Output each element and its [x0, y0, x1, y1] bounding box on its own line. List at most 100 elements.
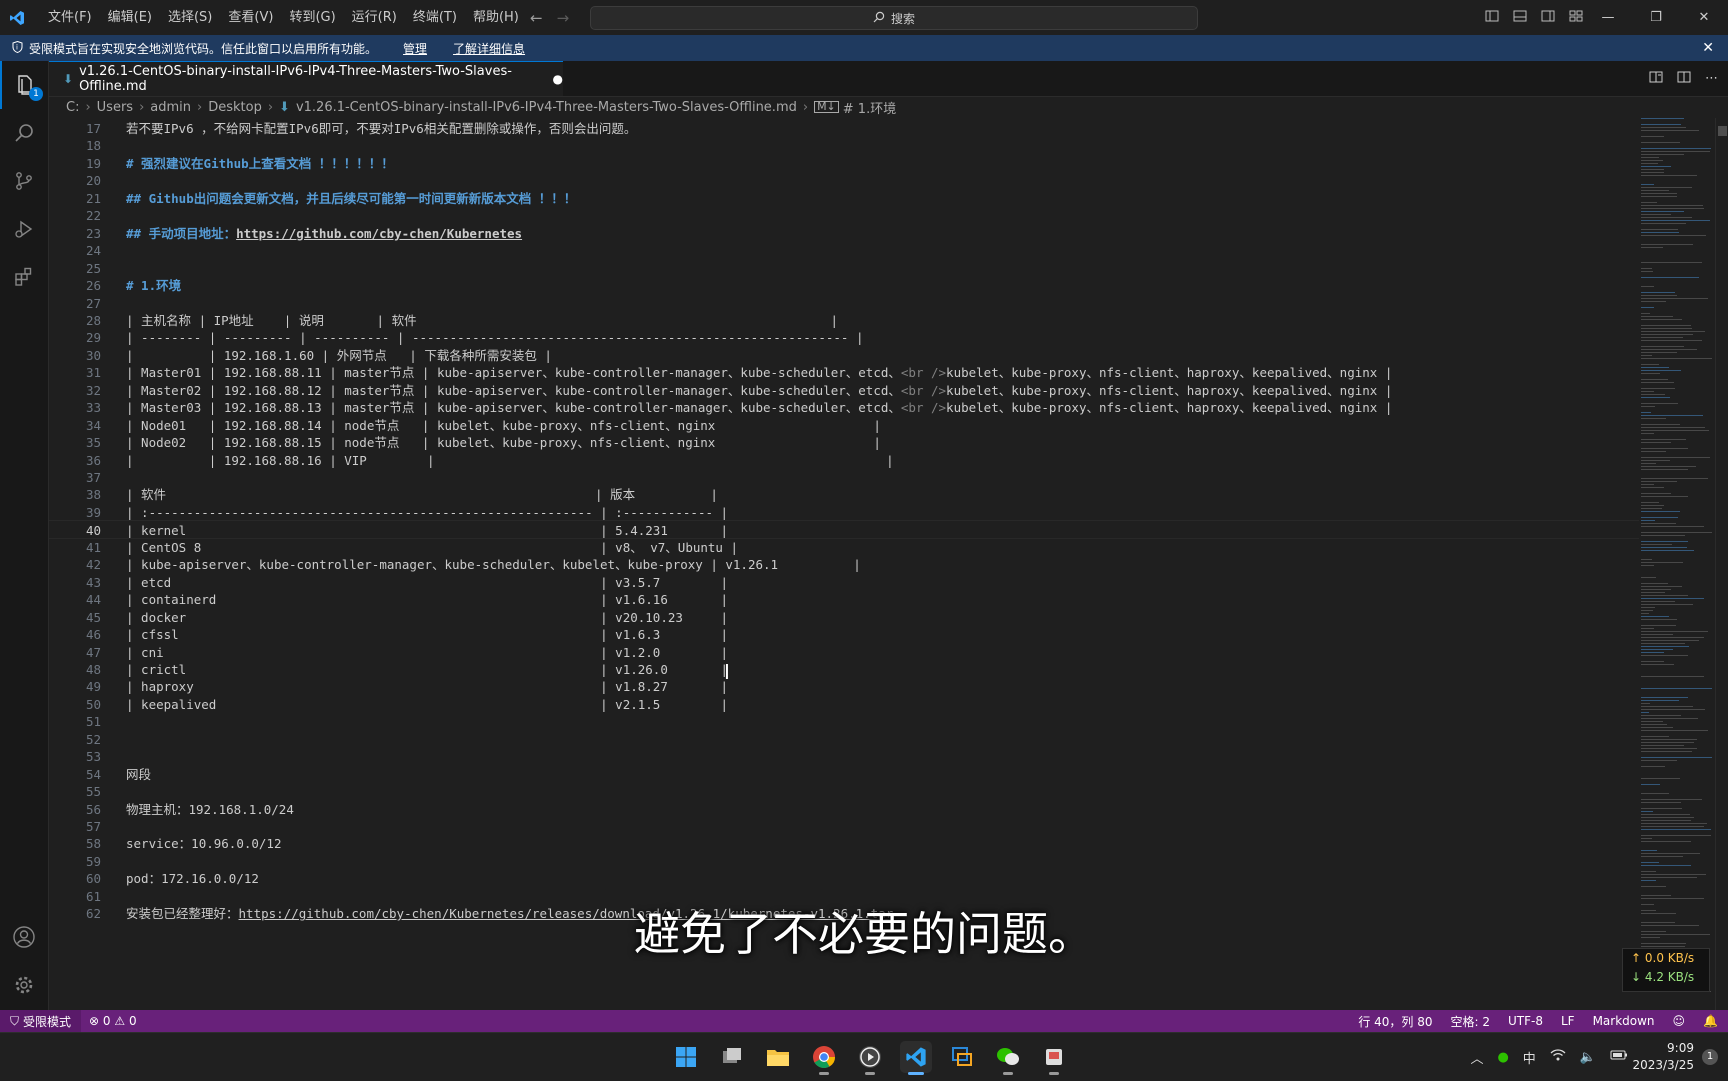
editor-line[interactable]: 46 | cfssl | v1.6.3 |: [49, 625, 1639, 644]
wechat-tray-icon[interactable]: ●: [1497, 1050, 1508, 1065]
indentation[interactable]: 空格: 2: [1450, 1013, 1490, 1030]
snipping-tool-icon[interactable]: [1038, 1041, 1070, 1075]
customize-layout-icon[interactable]: [1569, 9, 1583, 27]
editor-line[interactable]: 36 | | 192.168.88.16 | VIP | |: [49, 451, 1639, 470]
breadcrumb-desktop[interactable]: Desktop: [208, 100, 262, 115]
editor-line[interactable]: 33 | Master03 | 192.168.88.13 | master节点 …: [49, 398, 1639, 417]
editor-line[interactable]: 18: [49, 136, 1639, 155]
editor-line[interactable]: 52: [49, 730, 1639, 749]
vertical-scrollbar[interactable]: [1715, 118, 1728, 1010]
restricted-mode-indicator[interactable]: ⛉ 受限模式: [0, 1010, 82, 1032]
unsaved-dot-icon[interactable]: ●: [553, 72, 563, 86]
split-editor-icon[interactable]: [1677, 70, 1691, 88]
wifi-icon[interactable]: [1550, 1048, 1566, 1066]
minimap[interactable]: [1639, 118, 1715, 1010]
forward-arrow-icon[interactable]: →: [557, 9, 570, 27]
menu-selection[interactable]: 选择(S): [160, 0, 220, 35]
toggle-secondary-sidebar-icon[interactable]: [1541, 9, 1555, 27]
file-explorer-icon[interactable]: [762, 1041, 794, 1073]
editor-line[interactable]: 17 若不要IPv6 ，不给网卡配置IPv6即可，不要对IPv6相关配置删除或操作…: [49, 119, 1639, 138]
menu-help[interactable]: 帮助(H): [465, 0, 527, 35]
editor-line[interactable]: 30 | | 192.168.1.60 | 外网节点 | 下载各种所需安装包 |: [49, 346, 1639, 365]
explorer-icon[interactable]: 1: [0, 61, 48, 109]
editor-line[interactable]: 47 | cni | v1.2.0 |: [49, 643, 1639, 662]
menu-view[interactable]: 查看(V): [220, 0, 281, 35]
more-actions-icon[interactable]: ⋯: [1705, 71, 1718, 86]
banner-learn-more-link[interactable]: 了解详细信息: [453, 40, 525, 57]
ime-indicator[interactable]: 中: [1523, 1048, 1536, 1067]
search-view-icon[interactable]: [0, 109, 48, 157]
minimize-icon[interactable]: —: [1584, 10, 1632, 25]
editor-line[interactable]: 43 | etcd | v3.5.7 |: [49, 573, 1639, 592]
editor-line[interactable]: 49 | haproxy | v1.8.27 |: [49, 677, 1639, 696]
media-player-icon[interactable]: [854, 1041, 886, 1075]
editor-line[interactable]: 38 | 软件 | 版本 |: [49, 485, 1639, 504]
editor-line[interactable]: 45 | docker | v20.10.23 |: [49, 608, 1639, 627]
end-of-line[interactable]: LF: [1561, 1014, 1575, 1028]
source-control-icon[interactable]: [0, 157, 48, 205]
editor-line[interactable]: 31 | Master01 | 192.168.88.11 | master节点 …: [49, 363, 1639, 382]
breadcrumb-admin[interactable]: admin: [150, 100, 191, 115]
editor-line[interactable]: 34 | Node01 | 192.168.88.14 | node节点 | ku…: [49, 416, 1639, 435]
editor-line[interactable]: 19 # 强烈建议在Github上查看文档 ！！！！！！: [49, 154, 1639, 173]
breadcrumb-symbol[interactable]: # 1.环境: [843, 98, 896, 117]
editor-line[interactable]: 32 | Master02 | 192.168.88.12 | master节点 …: [49, 381, 1639, 400]
settings-gear-icon[interactable]: [0, 961, 48, 1009]
language-mode[interactable]: Markdown: [1593, 1014, 1655, 1028]
problems-indicator[interactable]: ⊗ 0 ⚠ 0: [89, 1014, 137, 1028]
editor-line[interactable]: 21 ## Github出问题会更新文档，并且后续尽可能第一时间更新新版本文档 ！…: [49, 189, 1639, 208]
editor-line[interactable]: 40 | kernel | 5.4.231 |: [49, 520, 1639, 540]
wechat-icon[interactable]: [992, 1041, 1024, 1075]
editor-line[interactable]: 22: [49, 206, 1639, 225]
editor-line[interactable]: 27: [49, 294, 1639, 313]
editor-line[interactable]: 57: [49, 817, 1639, 836]
notifications-bell-icon[interactable]: 🔔: [1703, 1014, 1718, 1028]
editor-line[interactable]: 28 | 主机名称 | IP地址 | 说明 | 软件 |: [49, 311, 1639, 330]
editor-line[interactable]: 53: [49, 747, 1639, 766]
feedback-icon[interactable]: ☺: [1673, 1014, 1686, 1028]
editor-line[interactable]: 35 | Node02 | 192.168.88.15 | node节点 | ku…: [49, 433, 1639, 452]
editor-line[interactable]: 25: [49, 259, 1639, 278]
back-arrow-icon[interactable]: ←: [530, 9, 543, 27]
editor-line[interactable]: 26 # 1.环境: [49, 276, 1639, 295]
editor-line[interactable]: 51: [49, 712, 1639, 731]
editor-line[interactable]: 42 | kube-apiserver、kube-controller-manag…: [49, 555, 1639, 574]
menu-run[interactable]: 运行(R): [344, 0, 405, 35]
remote-desktop-icon[interactable]: [946, 1041, 978, 1073]
editor-line[interactable]: 60 pod：172.16.0.0/12: [49, 869, 1639, 888]
editor-line[interactable]: 44 | containerd | v1.6.16 |: [49, 590, 1639, 609]
start-windows-icon[interactable]: [670, 1041, 702, 1073]
breadcrumb-users[interactable]: Users: [97, 100, 133, 115]
editor-line[interactable]: 58 service：10.96.0.0/12: [49, 834, 1639, 853]
toggle-primary-sidebar-icon[interactable]: [1485, 9, 1499, 27]
menu-terminal[interactable]: 终端(T): [405, 0, 465, 35]
menu-file[interactable]: 文件(F): [40, 0, 100, 35]
tab-markdown-file[interactable]: ⬇ v1.26.1-CentOS-binary-install-IPv6-IPv…: [49, 61, 563, 96]
open-preview-icon[interactable]: [1649, 70, 1663, 88]
cursor-position[interactable]: 行 40，列 80: [1358, 1013, 1432, 1030]
editor-line[interactable]: 56 物理主机：192.168.1.0/24: [49, 800, 1639, 819]
command-center-search[interactable]: 搜索: [590, 6, 1198, 30]
battery-icon[interactable]: [1610, 1049, 1628, 1065]
scrollbar-thumb[interactable]: [1718, 126, 1727, 136]
editor-line[interactable]: 20: [49, 171, 1639, 190]
breadcrumb-file[interactable]: v1.26.1-CentOS-binary-install-IPv6-IPv4-…: [296, 100, 797, 115]
taskbar-clock[interactable]: 9:09 2023/3/25: [1632, 1040, 1694, 1074]
chrome-icon[interactable]: [808, 1041, 840, 1075]
menu-edit[interactable]: 编辑(E): [100, 0, 160, 35]
editor-line[interactable]: 24: [49, 241, 1639, 260]
editor-line[interactable]: 54 网段: [49, 765, 1639, 784]
toggle-panel-icon[interactable]: [1513, 9, 1527, 27]
link[interactable]: https://github.com/cby-chen/Kubernetes: [236, 226, 522, 241]
restore-icon[interactable]: ❐: [1632, 10, 1680, 25]
editor-line[interactable]: 59: [49, 852, 1639, 871]
encoding[interactable]: UTF-8: [1508, 1014, 1543, 1028]
breadcrumb-drive[interactable]: C:: [66, 100, 79, 115]
editor-line[interactable]: 41 | CentOS 8 | v8、 v7、Ubuntu |: [49, 538, 1639, 557]
notification-count-badge[interactable]: 1: [1702, 1049, 1718, 1065]
close-window-icon[interactable]: ✕: [1680, 10, 1728, 25]
editor-line[interactable]: 37: [49, 468, 1639, 487]
code-editor[interactable]: 17 若不要IPv6 ，不给网卡配置IPv6即可，不要对IPv6相关配置删除或操作…: [49, 118, 1639, 1012]
chevron-up-icon[interactable]: ︿: [1470, 1048, 1483, 1067]
close-banner-icon[interactable]: ✕: [1702, 40, 1714, 56]
